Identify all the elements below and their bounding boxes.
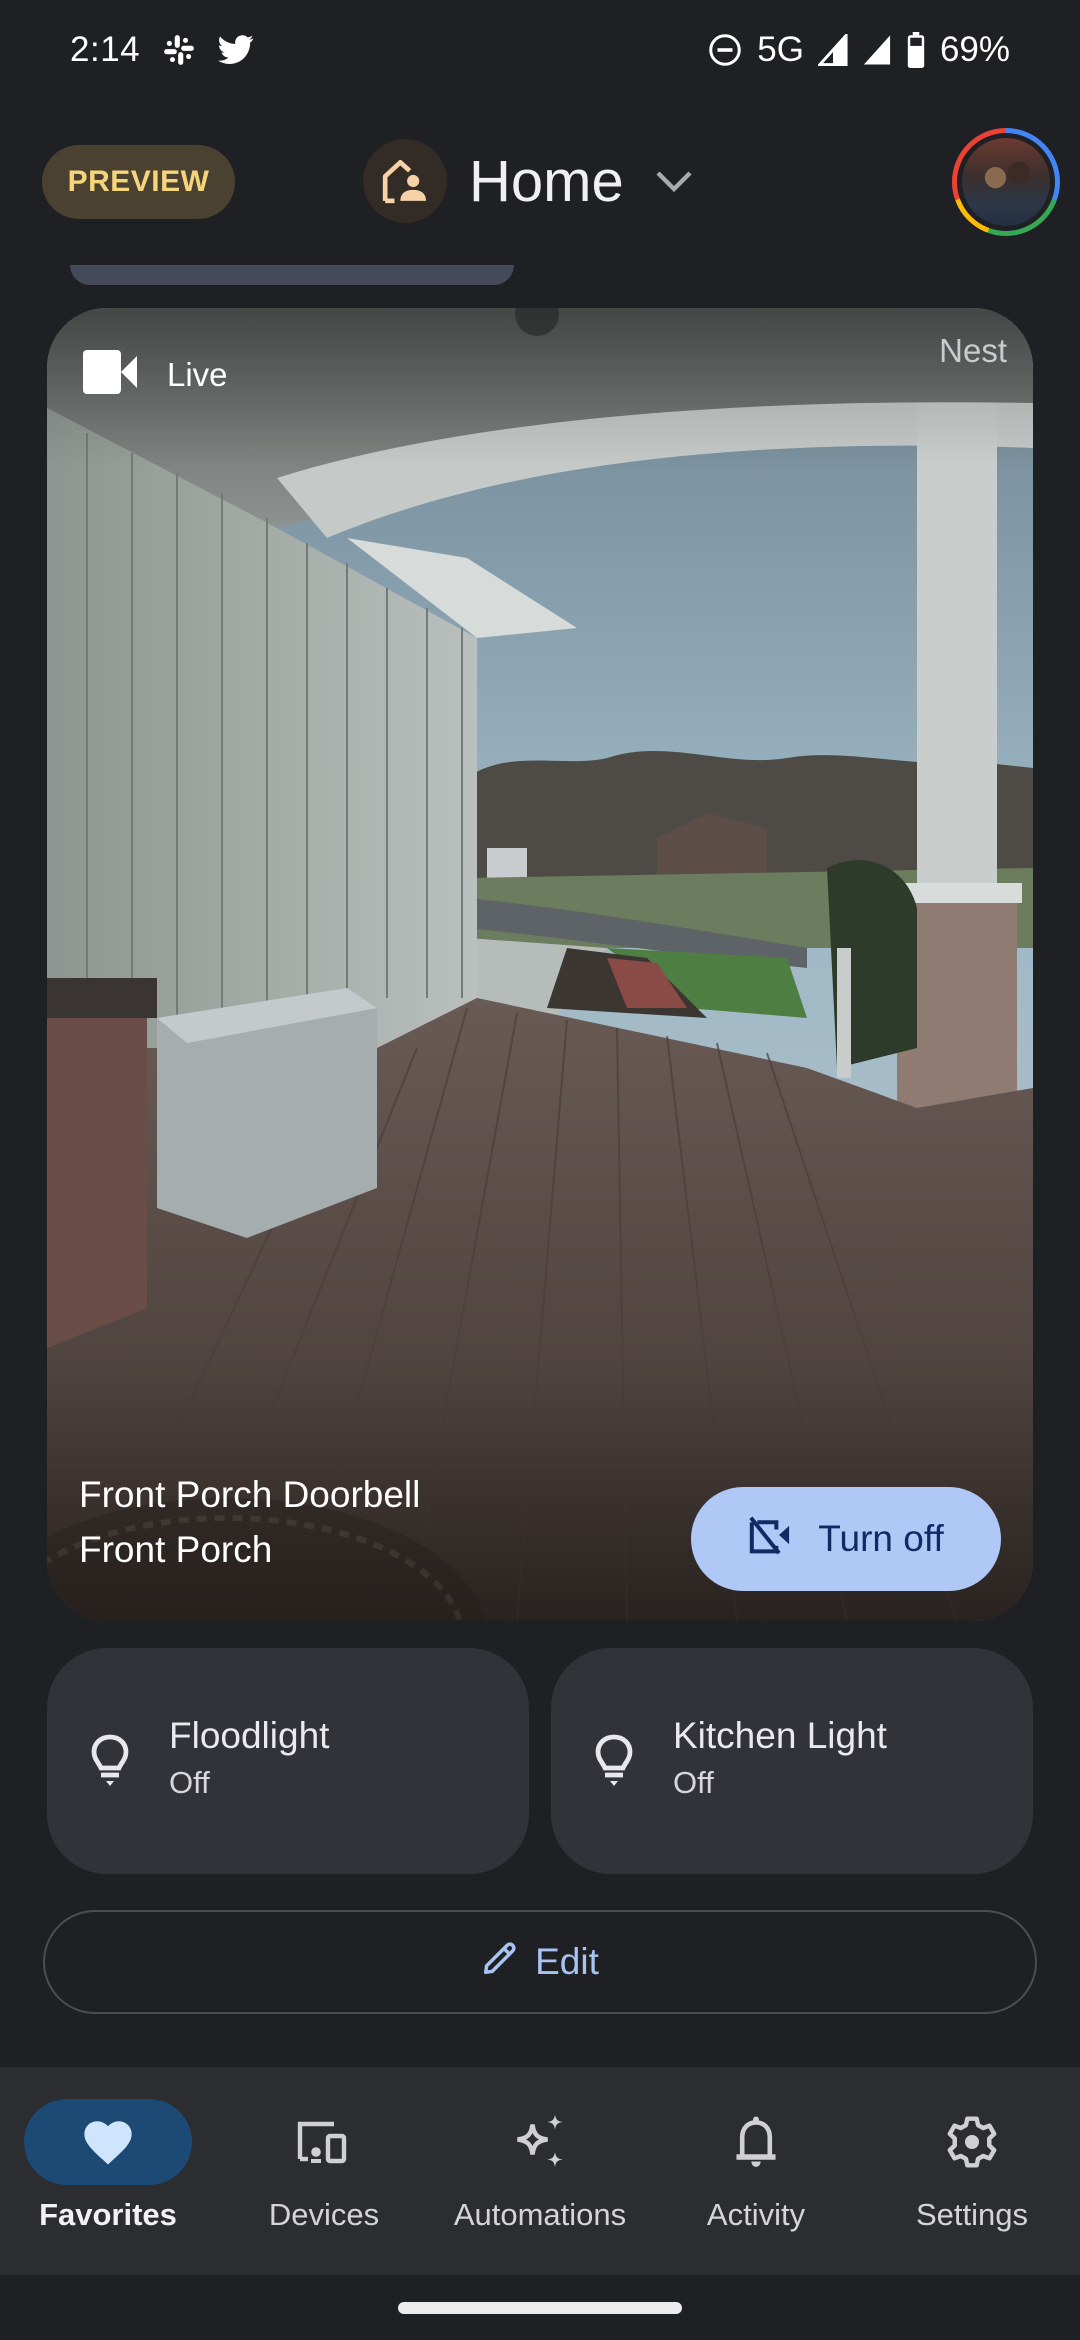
app-header: PREVIEW Home bbox=[0, 125, 1080, 236]
turn-off-label: Turn off bbox=[818, 1518, 944, 1559]
twitter-icon bbox=[218, 34, 254, 66]
live-indicator: Live bbox=[83, 350, 228, 399]
status-bar: 2:14 5G 69% bbox=[0, 0, 1080, 100]
previous-card-edge bbox=[70, 265, 514, 285]
devices-icon bbox=[240, 2099, 408, 2185]
videocam-off-icon bbox=[748, 1515, 792, 1564]
tile-device-name: Kitchen Light bbox=[673, 1715, 887, 1756]
preview-chip[interactable]: PREVIEW bbox=[42, 145, 235, 219]
battery-icon bbox=[906, 32, 926, 68]
tile-text: Kitchen Light Off bbox=[673, 1715, 887, 1801]
home-person-icon bbox=[363, 139, 447, 223]
avatar-ring-gap bbox=[957, 133, 1055, 231]
chevron-down-icon[interactable] bbox=[654, 169, 694, 193]
nest-brand-label: Nest bbox=[939, 332, 1007, 369]
sparkle-icon bbox=[456, 2099, 624, 2185]
tile-device-name: Floodlight bbox=[169, 1715, 330, 1756]
tile-device-state: Off bbox=[673, 1765, 714, 1800]
nav-label: Devices bbox=[268, 2197, 380, 2232]
edit-label: Edit bbox=[535, 1941, 599, 1982]
status-bar-left: 2:14 bbox=[70, 30, 254, 70]
camera-device-name: Front Porch Doorbell bbox=[79, 1474, 421, 1515]
slack-icon bbox=[162, 33, 196, 67]
tile-text: Floodlight Off bbox=[169, 1715, 329, 1801]
device-tile-floodlight[interactable]: Floodlight Off bbox=[47, 1648, 529, 1874]
lightbulb-icon bbox=[87, 1733, 133, 1789]
gesture-home-bar[interactable] bbox=[398, 2302, 682, 2314]
home-name: Home bbox=[469, 148, 624, 214]
nav-tab-devices[interactable]: Devices bbox=[216, 2067, 432, 2275]
tile-device-state: Off bbox=[169, 1765, 210, 1800]
heart-icon bbox=[24, 2099, 192, 2185]
nav-tab-favorites[interactable]: Favorites bbox=[0, 2067, 216, 2275]
live-label: Live bbox=[167, 355, 228, 393]
device-tile-kitchen-light[interactable]: Kitchen Light Off bbox=[551, 1648, 1033, 1874]
avatar-photo bbox=[962, 138, 1050, 226]
nav-tab-settings[interactable]: Settings bbox=[864, 2067, 1080, 2275]
bell-icon bbox=[672, 2099, 840, 2185]
camera-room-name: Front Porch bbox=[79, 1529, 273, 1570]
camera-card[interactable]: Live Nest Front Porch Doorbell Front Por… bbox=[47, 308, 1033, 1621]
gear-icon bbox=[888, 2099, 1056, 2185]
nav-label: Favorites bbox=[39, 2197, 177, 2232]
signal-icon bbox=[862, 34, 892, 66]
nav-label: Settings bbox=[915, 2197, 1028, 2232]
turn-off-camera-button[interactable]: Turn off bbox=[691, 1487, 1001, 1591]
nav-label: Activity bbox=[706, 2197, 806, 2232]
videocam-icon bbox=[83, 350, 137, 399]
battery-percent: 69% bbox=[939, 30, 1010, 69]
signal-icon bbox=[817, 34, 848, 66]
nav-tab-automations[interactable]: Automations bbox=[432, 2067, 648, 2275]
bottom-navigation: Favorites Devices Automations Activity S… bbox=[0, 2067, 1080, 2275]
status-time: 2:14 bbox=[70, 30, 141, 69]
nav-tab-activity[interactable]: Activity bbox=[648, 2067, 864, 2275]
edit-favorites-button[interactable]: Edit bbox=[43, 1910, 1037, 2014]
pencil-icon bbox=[481, 1939, 519, 1986]
lightbulb-icon bbox=[591, 1733, 637, 1789]
account-avatar[interactable] bbox=[952, 128, 1060, 236]
status-bar-right: 5G 69% bbox=[707, 30, 1010, 70]
network-type: 5G bbox=[757, 30, 804, 69]
home-selector[interactable]: Home bbox=[363, 139, 694, 223]
do-not-disturb-icon bbox=[707, 32, 743, 68]
nav-label: Automations bbox=[453, 2197, 627, 2232]
